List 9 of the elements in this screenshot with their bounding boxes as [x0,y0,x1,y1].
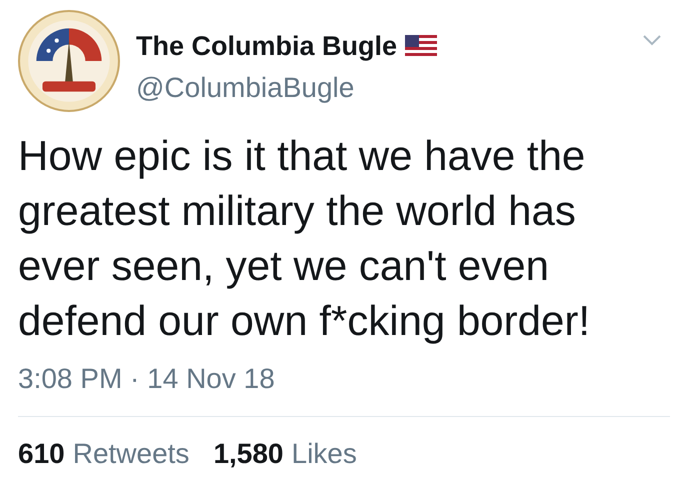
tweet-text: How epic is it that we have the greatest military the world has ever seen, yet we can't even defend our own f*cking border! [18,131,592,346]
stat-count: 610 [18,438,65,469]
stat-label: Retweets [72,438,190,469]
stat-label: Likes [292,438,357,469]
account-name[interactable]: The Columbia Bugle [136,26,398,66]
avatar-logo-icon[interactable] [18,10,120,112]
stat-count: 1,580 [213,438,284,469]
timestamp[interactable]: 3:08 PM · 14 Nov 18 [18,358,670,400]
account-handle[interactable]: @ColumbiaBugle [136,66,642,108]
